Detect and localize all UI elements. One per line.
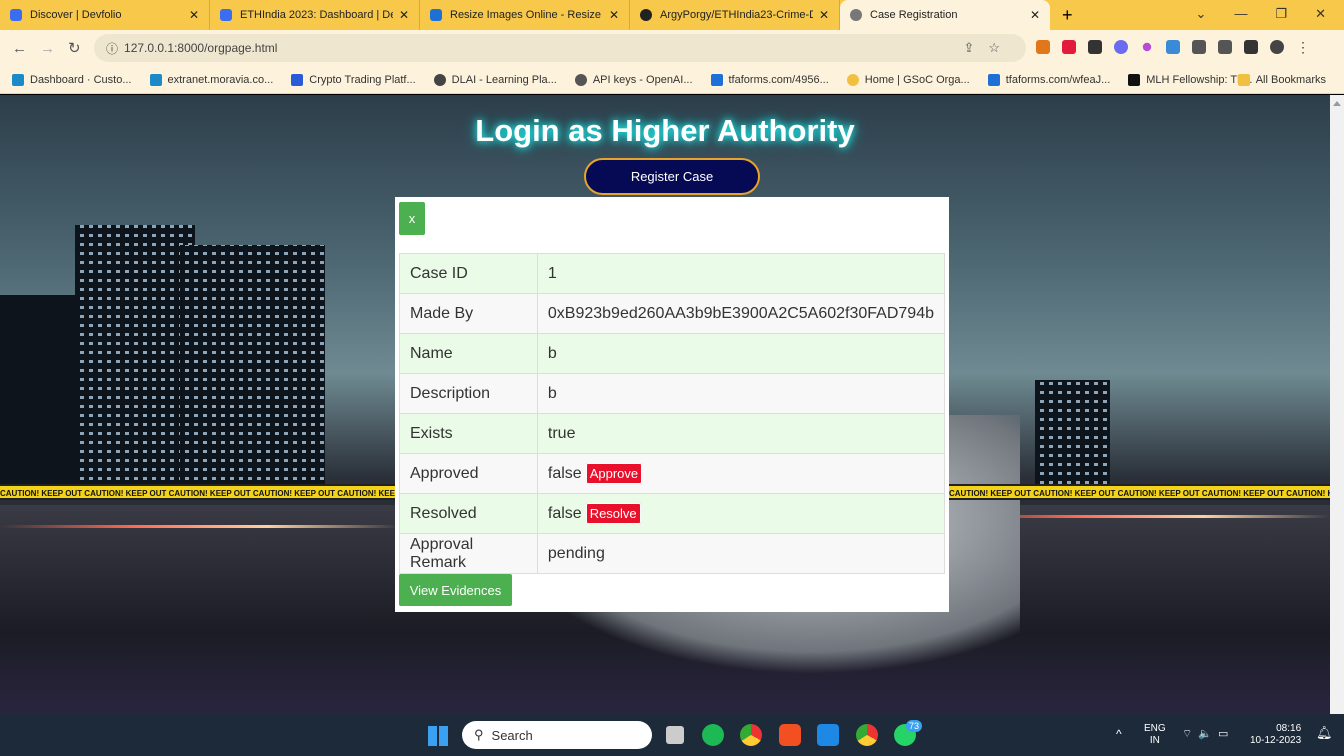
bookmark[interactable]: tfaforms.com/wfeaJ... — [987, 73, 1110, 86]
share-icon[interactable]: ⇪ — [963, 40, 988, 55]
taskbar-search[interactable]: ⚲ Search — [462, 721, 652, 749]
all-bookmarks[interactable]: All Bookmarks — [1237, 73, 1326, 86]
close-tab-icon[interactable]: ✕ — [1030, 8, 1040, 22]
tab-strip: Discover | Devfolio ✕ ETHIndia 2023: Dash… — [0, 0, 1344, 30]
table-row: Exists true — [399, 413, 946, 454]
close-window-button[interactable]: ✕ — [1315, 6, 1326, 22]
light-streak — [0, 525, 400, 528]
extension-icon[interactable] — [1088, 40, 1102, 54]
bookmark[interactable]: extranet.moravia.co... — [149, 73, 273, 86]
table-row: Resolved false Resolve — [399, 493, 946, 534]
close-tab-icon[interactable]: ✕ — [189, 8, 199, 22]
tab-resize[interactable]: Resize Images Online - Resize JP ✕ — [420, 0, 630, 30]
avatar[interactable] — [1270, 40, 1284, 54]
notification-badge: 73 — [906, 720, 923, 732]
view-evidences-button[interactable]: View Evidences — [399, 574, 512, 606]
url-text: 127.0.0.1:8000/orgpage.html — [124, 41, 278, 55]
tray-chevron-icon[interactable]: ^ — [1116, 728, 1122, 740]
extension-icon[interactable] — [1142, 42, 1152, 52]
approve-button[interactable]: Approve — [585, 462, 643, 484]
caution-tape: CAUTION! KEEP OUT CAUTION! KEEP OUT CAUT… — [0, 484, 395, 500]
new-tab-button[interactable]: + — [1062, 5, 1073, 26]
close-tab-icon[interactable]: ✕ — [609, 8, 619, 22]
register-case-button[interactable]: Register Case — [584, 158, 760, 195]
star-icon[interactable]: ☆ — [988, 40, 1014, 55]
case-details-modal: x Case ID 1 Made By 0xB923b9ed260AA3b9bE39… — [395, 197, 949, 612]
tab-ethindia[interactable]: ETHIndia 2023: Dashboard | Dev ✕ — [210, 0, 420, 30]
extension-icon[interactable] — [1166, 40, 1180, 54]
bookmark[interactable]: tfaforms.com/4956... — [710, 73, 829, 86]
page-title: Login as Higher Authority — [475, 113, 855, 148]
resize-icon — [430, 9, 442, 21]
close-button[interactable]: x — [399, 202, 425, 235]
menu-icon[interactable]: ⋮ — [1296, 40, 1310, 54]
table-row: Description b — [399, 373, 946, 414]
background-building — [180, 245, 325, 495]
task-view-icon[interactable] — [666, 726, 684, 744]
maximize-button[interactable]: ❐ — [1275, 6, 1287, 22]
extension-icon[interactable] — [1114, 40, 1128, 54]
scroll-up-icon[interactable] — [1333, 101, 1341, 106]
bookmark[interactable]: MLH Fellowship: Th... — [1128, 73, 1252, 86]
table-row: Case ID 1 — [399, 253, 946, 294]
network-volume-battery-icons[interactable]: ⌔🔈▭ — [1182, 728, 1234, 740]
spotify-icon[interactable] — [702, 724, 724, 746]
windows-start-icon[interactable] — [428, 726, 448, 746]
forward-icon[interactable]: → — [40, 40, 56, 57]
bookmark[interactable]: DLAI - Learning Pla... — [433, 73, 557, 86]
scrollbar[interactable] — [1330, 95, 1344, 714]
taskbar: ⚲ Search 73 ^ ENG IN ⌔🔈▭ 08:16 10-12-2023 🔔… — [0, 714, 1344, 756]
table-row: Approval Remark pending — [399, 533, 946, 574]
chrome-icon[interactable] — [740, 724, 762, 746]
bookmark[interactable]: Dashboard · Custo... — [12, 73, 132, 86]
site-info-icon[interactable]: ⓘ — [106, 40, 118, 57]
language-indicator[interactable]: ENG IN — [1144, 723, 1166, 747]
tab-search-icon[interactable]: ⌄ — [1196, 6, 1207, 22]
browser-toolbar: ← → ↻ ⓘ 127.0.0.1:8000/orgpage.html ⇪☆ ⋮ — [0, 30, 1344, 66]
bookmark[interactable]: API keys - OpenAI... — [574, 73, 693, 86]
notification-bell-icon[interactable]: 🔔︎ — [1316, 726, 1333, 739]
tab-devfolio[interactable]: Discover | Devfolio ✕ — [0, 0, 210, 30]
vscode-icon[interactable] — [817, 724, 839, 746]
bookmarks-bar: Dashboard · Custo... extranet.moravia.co… — [0, 66, 1344, 94]
table-row: Made By 0xB923b9ed260AA3b9bE3900A2C5A602f… — [399, 293, 946, 334]
table-row: Name b — [399, 333, 946, 374]
sidepanel-icon[interactable] — [1244, 40, 1258, 54]
puzzle-icon[interactable] — [1192, 40, 1206, 54]
search-icon: ⚲ — [474, 727, 484, 742]
back-icon[interactable]: ← — [12, 40, 28, 57]
minimize-button[interactable]: — — [1234, 6, 1247, 22]
caution-tape: CAUTION! KEEP OUT CAUTION! KEEP OUT CAUT… — [949, 484, 1330, 500]
background-building — [75, 225, 195, 495]
tab-github[interactable]: ArgyPorgy/ETHIndia23-Crime-D ✕ — [630, 0, 840, 30]
extensions: ⋮ — [1036, 40, 1310, 54]
chrome-profile-icon[interactable] — [856, 724, 878, 746]
bookmark[interactable]: Home | GSoC Orga... — [846, 73, 970, 86]
background-building — [1035, 380, 1110, 490]
download-icon[interactable] — [1218, 40, 1232, 54]
clock[interactable]: 08:16 10-12-2023 — [1250, 723, 1301, 747]
extension-x-icon[interactable] — [1062, 40, 1076, 54]
globe-icon — [850, 9, 862, 21]
metamask-icon[interactable] — [1036, 40, 1050, 54]
background-building — [0, 295, 80, 495]
resolve-button[interactable]: Resolve — [585, 502, 641, 524]
devfolio-icon — [10, 9, 22, 21]
close-tab-icon[interactable]: ✕ — [399, 8, 409, 22]
brave-icon[interactable] — [779, 724, 801, 746]
devfolio-icon — [220, 9, 232, 21]
github-icon — [640, 9, 652, 21]
tab-case-registration[interactable]: Case Registration ✕ — [840, 0, 1050, 30]
close-tab-icon[interactable]: ✕ — [819, 8, 829, 22]
table-row: Approved false Approve — [399, 453, 946, 494]
bookmark[interactable]: Crypto Trading Platf... — [291, 73, 416, 86]
address-bar[interactable]: ⓘ 127.0.0.1:8000/orgpage.html ⇪☆ — [94, 34, 1026, 62]
reload-icon[interactable]: ↻ — [68, 39, 84, 57]
page-content: CAUTION! KEEP OUT CAUTION! KEEP OUT CAUT… — [0, 95, 1330, 714]
case-details-table: Case ID 1 Made By 0xB923b9ed260AA3b9bE3900… — [399, 253, 946, 574]
